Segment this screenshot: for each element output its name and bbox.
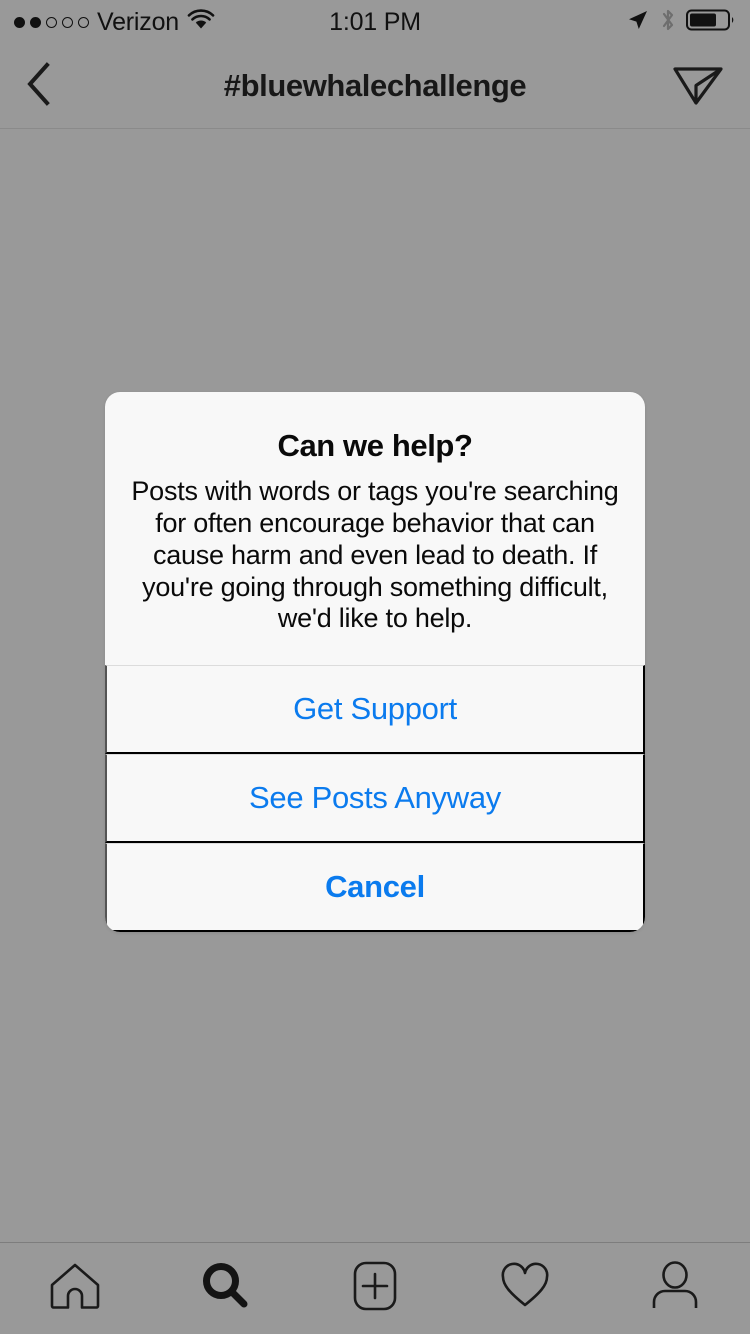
search-icon: [196, 1257, 254, 1320]
alert-actions: Get Support See Posts Anyway Cancel: [105, 665, 645, 933]
tab-activity[interactable]: [450, 1243, 600, 1334]
person-icon: [647, 1258, 703, 1319]
tab-home[interactable]: [0, 1243, 150, 1334]
alert-message: Posts with words or tags you're searchin…: [131, 476, 619, 634]
home-icon: [46, 1258, 104, 1319]
see-posts-anyway-button[interactable]: See Posts Anyway: [105, 754, 645, 844]
alert-overlay: Can we help? Posts with words or tags yo…: [0, 0, 750, 1334]
plus-square-icon: [347, 1257, 403, 1320]
alert-title: Can we help?: [277, 428, 473, 463]
get-support-button[interactable]: Get Support: [105, 665, 645, 755]
tab-profile[interactable]: [600, 1243, 750, 1334]
tab-search[interactable]: [150, 1243, 300, 1334]
cancel-button[interactable]: Cancel: [105, 843, 645, 933]
tab-bar: [0, 1242, 750, 1334]
can-we-help-alert: Can we help? Posts with words or tags yo…: [105, 392, 645, 933]
heart-icon: [496, 1259, 554, 1318]
alert-header: Can we help? Posts with words or tags yo…: [105, 392, 645, 665]
tab-add-post[interactable]: [300, 1243, 450, 1334]
